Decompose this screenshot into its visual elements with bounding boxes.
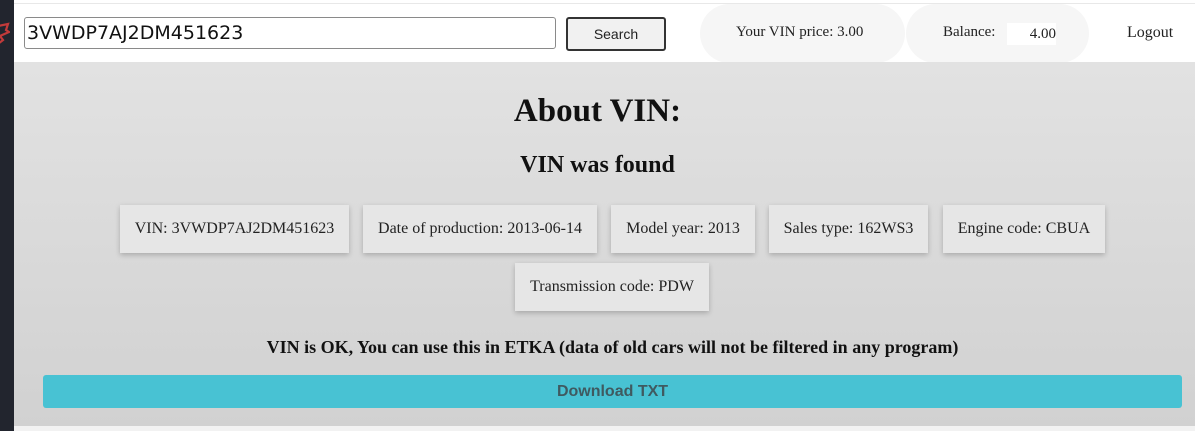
- balance-value: 4.00: [1007, 23, 1056, 45]
- left-sidebar-strip: [0, 0, 14, 431]
- vin-search-input[interactable]: [24, 17, 556, 49]
- logout-link[interactable]: Logout: [1127, 24, 1173, 42]
- vin-price-text: Your VIN price: 3.00: [736, 24, 864, 40]
- result-subtitle: VIN was found: [520, 152, 675, 178]
- production-date-card: Date of production: 2013-06-14: [363, 205, 597, 253]
- page: Search Your VIN price: 3.00 Balance: 4.0…: [0, 0, 1195, 431]
- top-bar: Search Your VIN price: 3.00 Balance: 4.0…: [14, 3, 1195, 63]
- transmission-code-card: Transmission code: PDW: [515, 263, 709, 311]
- vin-info-card: VIN: 3VWDP7AJ2DM451623: [120, 205, 349, 253]
- engine-code-card: Engine code: CBUA: [943, 205, 1105, 253]
- brand-logo-icon: [0, 22, 10, 44]
- sales-type-card: Sales type: 162WS3: [769, 205, 928, 253]
- download-txt-button[interactable]: Download TXT: [43, 375, 1182, 408]
- page-title: About VIN:: [513, 93, 682, 129]
- bottom-divider: [14, 426, 1195, 431]
- model-year-card: Model year: 2013: [611, 205, 755, 253]
- status-message: VIN is OK, You can use this in ETKA (dat…: [266, 337, 959, 357]
- search-button[interactable]: Search: [566, 17, 666, 51]
- balance-label: Balance:: [943, 24, 996, 40]
- balance-panel: [906, 4, 1089, 63]
